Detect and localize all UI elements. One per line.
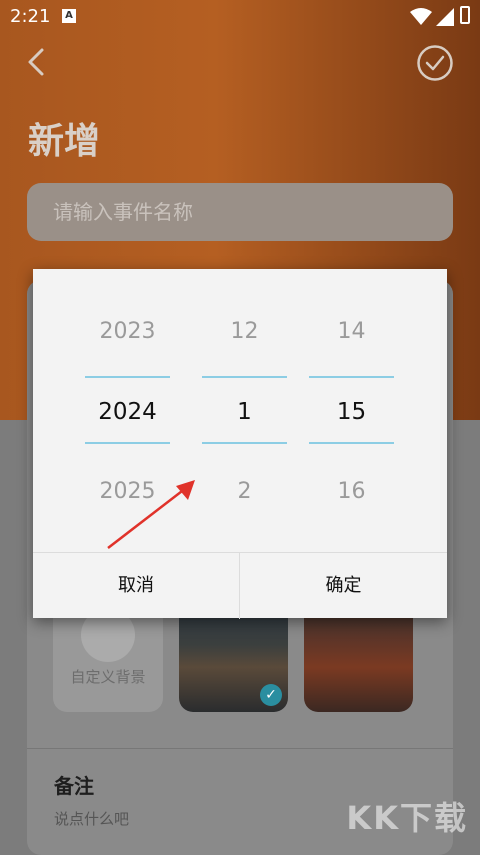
note-title: 备注 bbox=[54, 774, 94, 798]
back-arrow-icon[interactable] bbox=[22, 46, 54, 78]
selection-line bbox=[85, 376, 170, 378]
selection-line bbox=[202, 442, 287, 444]
selection-line bbox=[309, 442, 394, 444]
battery-icon bbox=[460, 6, 470, 24]
annotation-arrow-icon bbox=[107, 480, 195, 549]
selection-line bbox=[202, 376, 287, 378]
month-prev[interactable]: 12 bbox=[202, 319, 287, 344]
custom-background-label: 自定义背景 bbox=[70, 668, 146, 686]
cancel-button[interactable]: 取消 bbox=[33, 553, 240, 619]
page-title: 新增 bbox=[28, 121, 101, 162]
selection-line bbox=[309, 376, 394, 378]
year-selected[interactable]: 2024 bbox=[85, 399, 170, 425]
selection-line bbox=[85, 442, 170, 444]
day-next[interactable]: 16 bbox=[309, 479, 394, 504]
year-prev[interactable]: 2023 bbox=[85, 319, 170, 344]
month-selected[interactable]: 1 bbox=[202, 399, 287, 425]
day-selected[interactable]: 15 bbox=[309, 399, 394, 425]
notification-app-icon: A bbox=[62, 9, 76, 23]
confirm-check-icon[interactable] bbox=[416, 44, 454, 82]
event-name-input[interactable] bbox=[27, 183, 453, 241]
day-wheel[interactable]: 14 15 16 bbox=[309, 269, 394, 553]
watermark-logo: KK下载 bbox=[346, 799, 468, 837]
status-time: 2:21 bbox=[10, 6, 51, 27]
date-picker-dialog: 2023 2024 2025 12 1 2 14 15 16 取消 确定 bbox=[33, 269, 447, 619]
signal-icon bbox=[436, 8, 454, 26]
confirm-button[interactable]: 确定 bbox=[240, 553, 447, 619]
note-input[interactable]: 说点什么吧 bbox=[54, 808, 129, 829]
wifi-icon bbox=[410, 8, 432, 25]
day-prev[interactable]: 14 bbox=[309, 319, 394, 344]
selected-check-icon: ✓ bbox=[260, 684, 282, 706]
month-next[interactable]: 2 bbox=[202, 479, 287, 504]
dialog-button-bar: 取消 确定 bbox=[33, 552, 447, 619]
status-bar: 2:21 A bbox=[0, 0, 480, 34]
divider bbox=[27, 748, 453, 749]
month-wheel[interactable]: 12 1 2 bbox=[202, 269, 287, 553]
